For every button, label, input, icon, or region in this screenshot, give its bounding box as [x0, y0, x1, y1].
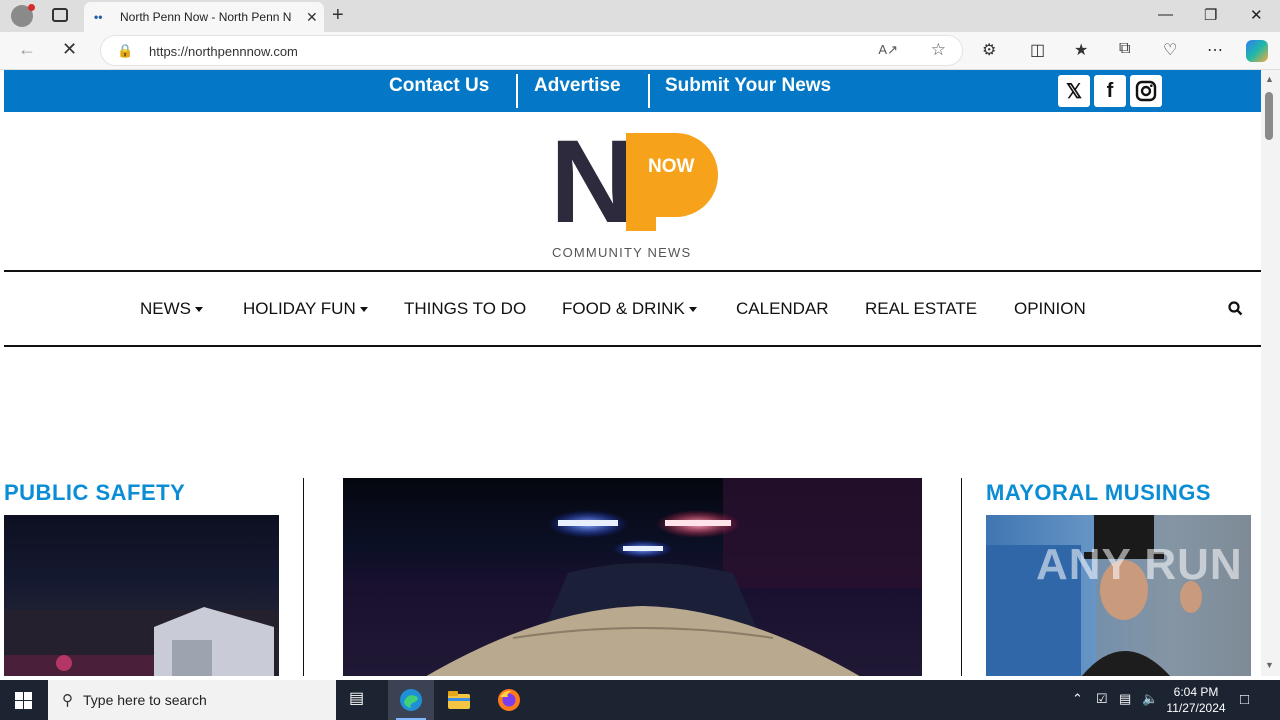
logo-p-shape: [626, 133, 718, 231]
scroll-up-icon[interactable]: ▲: [1265, 74, 1274, 84]
instagram-icon[interactable]: [1130, 75, 1162, 107]
chevron-down-icon: [195, 307, 203, 313]
notification-dot: [28, 4, 35, 11]
profile-avatar-icon[interactable]: [11, 4, 35, 27]
x-icon[interactable]: 𝕏: [1058, 75, 1090, 107]
divider: [4, 345, 1261, 347]
public-safety-image[interactable]: [4, 515, 279, 676]
extensions-icon[interactable]: ⚙: [982, 40, 996, 60]
menu-real-estate[interactable]: REAL ESTATE: [865, 299, 977, 319]
system-clock[interactable]: 6:04 PM 11/27/2024: [1160, 684, 1232, 716]
restore-button[interactable]: ❐: [1204, 6, 1217, 24]
clock-time: 6:04 PM: [1173, 685, 1219, 699]
site-top-bar: Contact Us Advertise Submit Your News 𝕏 …: [4, 70, 1261, 112]
facebook-icon[interactable]: f: [1094, 75, 1126, 107]
close-tab-icon[interactable]: ✕: [306, 9, 318, 26]
url-text[interactable]: https://northpennnow.com: [149, 44, 298, 59]
divider: [4, 270, 1261, 272]
windows-taskbar: ⚲ Type here to search ▤ ⌃ ☑ ▤ 🔈 6:04 PM …: [0, 680, 1280, 720]
menu-opinion[interactable]: OPINION: [1014, 299, 1086, 319]
divider: [961, 478, 962, 676]
advertise-link[interactable]: Advertise: [534, 75, 621, 97]
chevron-down-icon: [688, 307, 697, 313]
back-icon[interactable]: ←: [18, 39, 36, 60]
scroll-down-icon[interactable]: ▼: [1265, 660, 1274, 670]
browser-toolbar: ← ✕ 🔒 https://northpennnow.com A↗ ☆ ⚙ ◫ …: [0, 32, 1280, 70]
more-options-icon[interactable]: ⋯: [1207, 40, 1223, 60]
clock-date: 11/27/2024: [1166, 701, 1226, 715]
collections-icon[interactable]: ⧉: [1119, 40, 1130, 58]
new-tab-button[interactable]: +: [332, 4, 344, 27]
notifications-icon[interactable]: □: [1240, 691, 1249, 708]
search-icon: ⚲: [62, 692, 73, 709]
anyrun-watermark: ANY RUN: [1036, 540, 1243, 589]
menu-news[interactable]: NEWS: [140, 299, 203, 319]
tab-actions-icon[interactable]: [52, 8, 68, 22]
chevron-down-icon: [359, 307, 368, 313]
edge-taskbar-button[interactable]: [388, 680, 434, 720]
page-scrollbar[interactable]: ▲ ▼: [1261, 70, 1280, 676]
menu-things-to-do[interactable]: THINGS TO DO: [404, 299, 526, 319]
menu-holiday-fun[interactable]: HOLIDAY FUN: [243, 299, 368, 319]
network-icon[interactable]: ▤: [1119, 691, 1131, 707]
read-aloud-icon[interactable]: A↗: [878, 42, 898, 58]
menu-food-drink[interactable]: FOOD & DRINK: [562, 299, 697, 319]
split-screen-icon[interactable]: ◫: [1030, 40, 1045, 60]
stop-loading-icon[interactable]: ✕: [62, 39, 77, 60]
favorites-icon[interactable]: ★: [1074, 40, 1088, 60]
browser-tab-active[interactable]: •• North Penn Now - North Penn N ✕: [84, 2, 324, 32]
scrollbar-thumb[interactable]: [1265, 92, 1273, 140]
loading-favicon-icon: ••: [94, 10, 103, 24]
minimize-button[interactable]: —: [1158, 6, 1173, 23]
logo-n: N: [550, 116, 635, 248]
tab-title: North Penn Now - North Penn N: [120, 10, 292, 24]
contact-us-link[interactable]: Contact Us: [389, 75, 489, 97]
firefox-icon[interactable]: [497, 688, 521, 712]
divider: [303, 478, 304, 676]
divider: [516, 74, 518, 108]
close-window-button[interactable]: ✕: [1250, 6, 1263, 24]
taskbar-search-placeholder: Type here to search: [83, 692, 207, 708]
lock-icon[interactable]: 🔒: [117, 43, 133, 59]
menu-calendar[interactable]: CALENDAR: [736, 299, 829, 319]
show-hidden-icons-icon[interactable]: ⌃: [1072, 691, 1083, 707]
browser-tab-strip: •• North Penn Now - North Penn N ✕ + — ❐…: [0, 0, 1280, 32]
edge-icon: [400, 689, 422, 711]
divider: [648, 74, 650, 108]
browser-essentials-icon[interactable]: ♡: [1163, 40, 1177, 60]
logo-tagline: COMMUNITY NEWS: [552, 245, 692, 260]
meet-now-icon[interactable]: ☑: [1096, 691, 1108, 707]
favorite-star-icon[interactable]: ☆: [931, 40, 946, 60]
submit-news-link[interactable]: Submit Your News: [665, 75, 831, 97]
featured-police-car-image[interactable]: [343, 478, 922, 676]
taskbar-search-box[interactable]: ⚲ Type here to search: [48, 680, 336, 720]
copilot-icon[interactable]: [1246, 40, 1268, 62]
section-title-mayoral-musings[interactable]: MAYORAL MUSINGS: [986, 480, 1211, 506]
file-explorer-icon[interactable]: [447, 688, 471, 712]
site-logo[interactable]: N NOW COMMUNITY NEWS: [550, 116, 720, 263]
address-bar[interactable]: 🔒 https://northpennnow.com A↗ ☆: [100, 35, 963, 66]
volume-icon[interactable]: 🔈: [1142, 691, 1158, 707]
windows-start-icon[interactable]: [15, 692, 32, 709]
section-title-public-safety[interactable]: PUBLIC SAFETY: [4, 480, 185, 506]
search-icon[interactable]: [1228, 301, 1243, 321]
task-view-icon[interactable]: ▤: [349, 688, 373, 712]
logo-now-text: NOW: [648, 156, 695, 177]
